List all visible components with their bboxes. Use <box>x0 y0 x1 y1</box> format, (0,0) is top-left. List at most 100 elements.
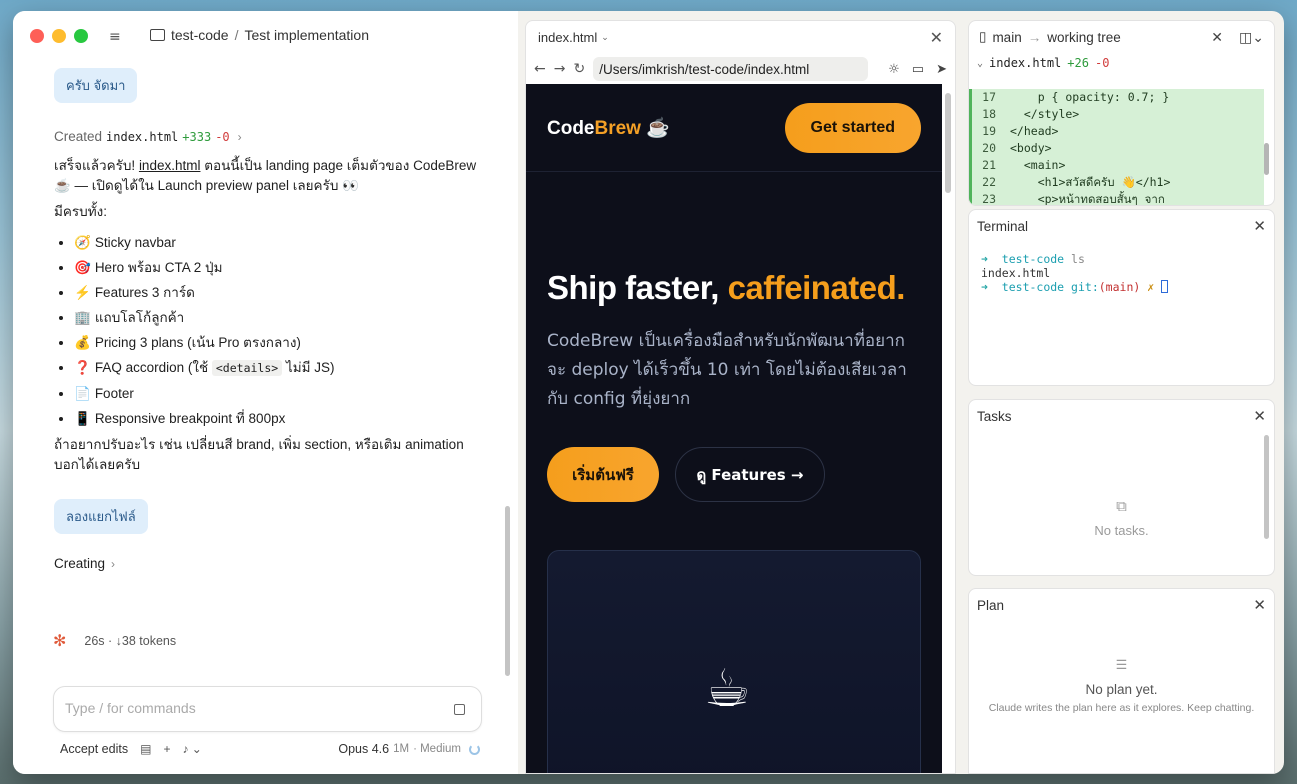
reload-icon[interactable]: ↻ <box>573 61 585 77</box>
sidebar-toggle-icon[interactable]: ≡ <box>109 29 121 45</box>
diff-header: ▯ main → working tree ✕ ◫⌄ <box>969 21 1274 53</box>
get-started-button[interactable]: Get started <box>784 102 921 153</box>
preview-tab[interactable]: index.html <box>538 30 597 45</box>
loading-spinner-icon <box>469 743 480 755</box>
coffee-cup-icon: ☕ <box>704 659 751 719</box>
chevron-right-icon: › <box>111 556 116 571</box>
terminal-panel: Terminal ✕ ➜ test-code ls index.html ➜ t… <box>968 209 1275 386</box>
creating-row[interactable]: Creating › <box>54 556 484 571</box>
code-line: 21 <main> <box>972 157 1264 174</box>
panel-title: Plan <box>977 597 1005 613</box>
question-mark-icon: ❓ <box>74 360 91 375</box>
prompt-input[interactable] <box>65 700 435 716</box>
close-window-button[interactable] <box>30 29 44 43</box>
maximize-window-button[interactable] <box>74 29 88 43</box>
list-item-text: ไม่มี JS) <box>285 360 335 375</box>
site-logo[interactable]: CodeBrew ☕ <box>547 116 670 140</box>
breadcrumb-project[interactable]: test-code <box>171 27 229 43</box>
url-field[interactable]: /Users/imkrish/test-code/index.html <box>593 57 869 81</box>
file-icon[interactable]: ▤ <box>140 742 151 756</box>
close-icon[interactable]: ✕ <box>930 28 943 48</box>
model-selector[interactable]: Opus 4.6 1M · Medium <box>338 742 461 756</box>
back-arrow-icon[interactable]: ← <box>534 61 546 77</box>
command-output: index.html <box>981 266 1051 280</box>
brightness-icon[interactable]: ☼ <box>888 62 900 77</box>
view-features-button[interactable]: ดู Features → <box>675 447 825 502</box>
close-icon[interactable]: ✕ <box>1253 407 1266 425</box>
close-icon[interactable]: ✕ <box>1253 596 1266 614</box>
hero-subtitle: CodeBrew เป็นเครื่องมือสำหรับนักพัฒนาที่… <box>547 331 907 409</box>
diff-file-name: index.html <box>989 56 1062 70</box>
tasks-panel: Tasks ✕ ⧉ No tasks. <box>968 399 1275 576</box>
line-number: 18 <box>982 107 996 121</box>
terminal-output[interactable]: ➜ test-code ls index.html ➜ test-code gi… <box>969 242 1274 304</box>
chevron-down-icon[interactable]: ⌄ <box>601 32 609 43</box>
breadcrumb: test-code / Test implementation <box>150 27 369 43</box>
chat-scrollbar[interactable] <box>505 506 510 676</box>
list-item: 🎯Hero พร้อม CTA 2 ปุ่ม <box>74 255 484 280</box>
created-label: Created <box>54 129 103 144</box>
preview-actions: ☼ ▭ ➤ <box>888 62 947 77</box>
assistant-paragraph-2: มีครบทั้ง: <box>54 204 107 219</box>
preview-scrollbar[interactable] <box>945 93 951 193</box>
prompt-input-container <box>53 686 482 732</box>
breadcrumb-title: Test implementation <box>244 27 369 43</box>
hero-title: Ship faster, caffeinated. <box>547 269 905 307</box>
file-link[interactable]: index.html <box>139 158 201 173</box>
tasks-scrollbar[interactable] <box>1264 435 1269 539</box>
line-content: <body> <box>1010 141 1052 155</box>
list-item: 🧭Sticky navbar <box>74 230 484 255</box>
code-line: 23 <p>หน้าทดสอบสั้นๆ จาก <box>972 191 1264 206</box>
prompt-arrow-icon: ➜ <box>981 252 988 266</box>
forward-arrow-icon[interactable]: → <box>554 61 566 77</box>
laptop-icon[interactable]: ▭ <box>912 62 924 77</box>
split-view-icon[interactable]: ◫⌄ <box>1239 29 1264 46</box>
diff-target[interactable]: working tree <box>1047 30 1121 45</box>
accept-edits-button[interactable]: Accept edits <box>60 742 128 756</box>
panel-title: Tasks <box>977 408 1012 424</box>
microphone-icon[interactable]: ♪ ⌄ <box>182 742 201 756</box>
plus-icon[interactable]: + <box>163 742 170 756</box>
list-item-text: FAQ accordion (ใช้ <box>94 360 209 375</box>
created-file-row[interactable]: Created index.html +333 -0 › <box>54 129 484 144</box>
preview-panel: index.html ⌄ ✕ ← → ↻ /Users/imkrish/test… <box>525 20 956 774</box>
command: ls <box>1071 252 1085 266</box>
plan-panel: Plan ✕ ☰ No plan yet. Claude writes the … <box>968 588 1275 774</box>
plan-empty-title: No plan yet. <box>1085 682 1158 697</box>
cursor-pointer-icon[interactable]: ➤ <box>936 62 947 77</box>
tasks-empty-text: No tasks. <box>1094 523 1149 538</box>
chat-panel: ≡ test-code / Test implementation ครับ จ… <box>13 11 518 774</box>
list-item: ⚡Features 3 การ์ด <box>74 280 484 305</box>
panel-title: Terminal <box>977 218 1029 234</box>
diff-code: 17 p { opacity: 0.7; } 18 </style> 19 </h… <box>969 89 1264 206</box>
close-icon[interactable]: ✕ <box>1211 29 1223 46</box>
lines-added: +26 <box>1067 56 1089 70</box>
tasks-header: Tasks ✕ <box>969 400 1274 432</box>
checklist-icon: ☰ <box>1115 657 1128 672</box>
minimize-window-button[interactable] <box>52 29 66 43</box>
diff-scrollbar[interactable] <box>1264 143 1269 175</box>
chevron-down-icon: ⌄ <box>977 57 984 69</box>
office-building-icon: 🏢 <box>74 310 91 325</box>
user-message-2: ลองแยกไฟล์ <box>54 499 148 534</box>
list-item: 🏢แถบโลโก้ลูกค้า <box>74 305 484 330</box>
created-file-name: index.html <box>106 129 179 144</box>
logo-code: Code <box>547 117 595 139</box>
git-branch: (main) <box>1098 280 1141 294</box>
code-line: 20 <body> <box>972 140 1264 157</box>
line-content: <p>หน้าทดสอบสั้นๆ จาก <box>1010 192 1165 206</box>
list-item: 📱Responsive breakpoint ที่ 800px <box>74 406 484 431</box>
branch-name[interactable]: main <box>992 30 1021 45</box>
lines-removed: -0 <box>215 129 230 144</box>
close-icon[interactable]: ✕ <box>1253 217 1266 235</box>
chat-toolbar: Accept edits ▤ + ♪ ⌄ Opus 4.6 1M · Mediu… <box>60 742 480 756</box>
lines-added: +333 <box>182 129 212 144</box>
diff-file-row[interactable]: ⌄ index.html +26 -0 <box>969 53 1274 73</box>
line-number: 21 <box>982 158 996 172</box>
stop-icon[interactable] <box>454 704 465 715</box>
diff-panel: ▯ main → working tree ✕ ◫⌄ ⌄ index.html … <box>968 20 1275 206</box>
line-content: </style> <box>1010 107 1080 121</box>
line-number: 23 <box>982 192 996 206</box>
model-name: Opus 4.6 <box>338 742 390 756</box>
start-free-button[interactable]: เริ่มต้นฟรี <box>547 447 659 502</box>
